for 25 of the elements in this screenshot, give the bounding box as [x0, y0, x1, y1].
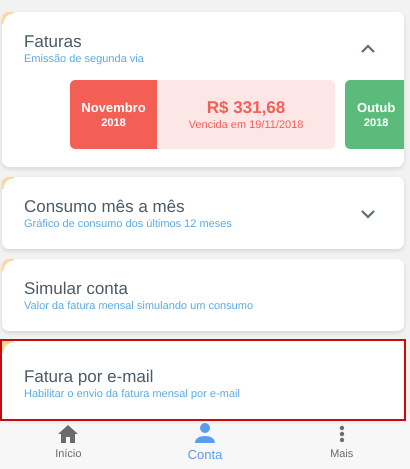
card-background[interactable]: Consumo mês a mês Gráfico de consumo dos últimos 12 meses — [2, 177, 404, 249]
home-icon — [58, 425, 78, 443]
chevron-down-icon[interactable] — [360, 208, 376, 220]
invoice-month-block[interactable]: Novembro 2018 — [70, 80, 157, 149]
invoice-amount: R$ 331,68 — [206, 96, 286, 118]
card-subtitle: Emissão de segunda via — [24, 52, 144, 66]
card-title: Faturas — [24, 32, 82, 52]
more-icon — [338, 425, 345, 443]
card-title: Fatura por e-mail — [24, 367, 154, 387]
card-subtitle: Valor da fatura mensal simulando um consumo — [24, 299, 254, 313]
invoice-details[interactable]: R$ 331,68 Vencida em 19/11/2018 — [157, 80, 335, 149]
card-title: Simular conta — [24, 279, 128, 299]
card-subtitle: Habilitar o envio da fatura mensal por e-mail — [24, 387, 240, 401]
card-background[interactable]: Simular conta Valor da fatura mensal simulando um consumo — [2, 259, 404, 331]
card-title: Consumo mês a mês — [24, 197, 185, 217]
chevron-up-icon[interactable] — [360, 43, 376, 55]
highlighted-card[interactable]: Fatura por e-mail Habilitar o envio da fatura mensal por e-mail — [2, 341, 404, 419]
invoice-month: Outub — [357, 98, 396, 116]
invoice-year: 2018 — [101, 116, 126, 130]
invoice-due-date: Vencida em 19/11/2018 — [188, 118, 304, 132]
card-background[interactable]: Faturas Emissão de segunda via Novembro 2018 R$ 331,68 Vencida em 19/11/2018 Outub 2018 — [2, 12, 404, 167]
person-icon — [195, 422, 215, 442]
invoice-year: 2018 — [364, 116, 388, 130]
card-subtitle: Gráfico de consumo dos últimos 12 meses — [24, 217, 232, 231]
invoice-month: Novembro — [81, 98, 146, 116]
